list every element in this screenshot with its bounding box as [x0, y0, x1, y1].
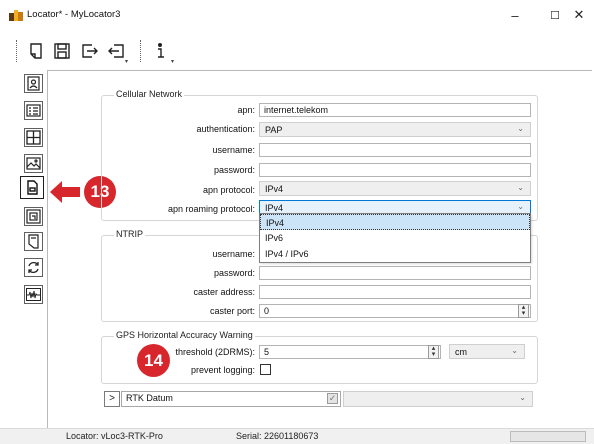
authentication-select[interactable]: PAP ⌄: [259, 122, 531, 137]
field-label: apn:: [237, 105, 255, 115]
dropdown-option[interactable]: IPv6: [260, 230, 530, 246]
grid-icon[interactable]: [24, 128, 43, 147]
user-icon[interactable]: [24, 74, 43, 93]
dropdown-option[interactable]: IPv4: [260, 214, 530, 230]
info-icon[interactable]: [150, 41, 170, 61]
image-icon[interactable]: [24, 154, 43, 173]
field-label: authentication:: [196, 124, 255, 134]
cellular-password-input[interactable]: [259, 163, 531, 177]
new-icon[interactable]: [26, 41, 46, 61]
unit-select[interactable]: cm ⌄: [449, 344, 525, 359]
toolbar-separator: [140, 40, 142, 62]
caster-port-input[interactable]: 0: [259, 304, 531, 318]
apn-input[interactable]: internet.telekom: [259, 103, 531, 117]
group-title: GPS Horizontal Accuracy Warning: [114, 330, 255, 340]
field-label: username:: [212, 145, 255, 155]
window-title: Locator* - MyLocator3: [27, 9, 121, 20]
waveform-icon[interactable]: [24, 285, 43, 304]
field-label: username:: [212, 249, 255, 259]
select-value: IPv4: [265, 203, 284, 213]
toolbar-overflow-icon[interactable]: ▾: [125, 58, 128, 65]
app-logo-icon: [9, 10, 23, 21]
dropdown-option[interactable]: IPv4 / IPv6: [260, 246, 530, 262]
chevron-down-icon: ⌄: [517, 183, 524, 192]
status-progress: [510, 431, 586, 442]
chevron-down-icon: ⌄: [511, 346, 518, 355]
close-button[interactable]: ✕: [556, 2, 594, 28]
toolbar-overflow-icon[interactable]: ▾: [171, 58, 174, 65]
rtk-expand-button[interactable]: >: [104, 391, 120, 407]
status-locator: Locator: vLoc3-RTK-Pro: [66, 431, 163, 441]
save-icon[interactable]: [52, 41, 72, 61]
ntrip-password-input[interactable]: [259, 266, 531, 280]
rtk-datum-select[interactable]: ⌄: [343, 391, 533, 407]
threshold-input[interactable]: 5: [259, 345, 441, 359]
status-serial: Serial: 22601180673: [236, 431, 319, 441]
list-icon[interactable]: [24, 101, 43, 120]
group-title: NTRIP: [114, 229, 145, 239]
sync-icon[interactable]: [24, 258, 43, 277]
import-icon[interactable]: [106, 41, 126, 61]
prevent-logging-checkbox[interactable]: [260, 364, 271, 375]
annotation-badge-14: 14: [137, 344, 170, 377]
memory-icon[interactable]: [24, 232, 43, 251]
chevron-down-icon: ⌄: [517, 124, 524, 133]
chevron-down-icon: ⌄: [517, 202, 524, 211]
caster-address-input[interactable]: [259, 285, 531, 299]
field-label: caster address:: [193, 287, 255, 297]
select-value: cm: [455, 347, 467, 357]
field-label: password:: [213, 165, 255, 175]
board-icon[interactable]: [24, 207, 43, 226]
select-value: IPv4: [265, 184, 284, 194]
apn-protocol-select[interactable]: IPv4 ⌄: [259, 181, 531, 196]
group-title: Cellular Network: [114, 89, 185, 99]
caster-port-stepper[interactable]: ▴ ▾: [518, 304, 529, 318]
field-label: apn roaming protocol:: [167, 204, 255, 214]
rtk-datum-label: RTK Datum: [126, 393, 173, 403]
roaming-protocol-dropdown: IPv4 IPv6 IPv4 / IPv6: [259, 213, 531, 263]
select-value: PAP: [265, 125, 283, 135]
chevron-down-icon: ⌄: [519, 393, 526, 402]
export-icon[interactable]: [80, 41, 100, 61]
toolbar-grip: [16, 40, 18, 62]
field-label: apn protocol:: [202, 185, 255, 195]
rtk-datum-checkbox[interactable]: ✓: [327, 393, 338, 404]
threshold-stepper[interactable]: ▴ ▾: [428, 345, 439, 359]
field-label: caster port:: [209, 306, 255, 316]
field-label: password:: [213, 268, 255, 278]
cellular-icon[interactable]: [20, 176, 44, 199]
cellular-username-input[interactable]: [259, 143, 531, 157]
